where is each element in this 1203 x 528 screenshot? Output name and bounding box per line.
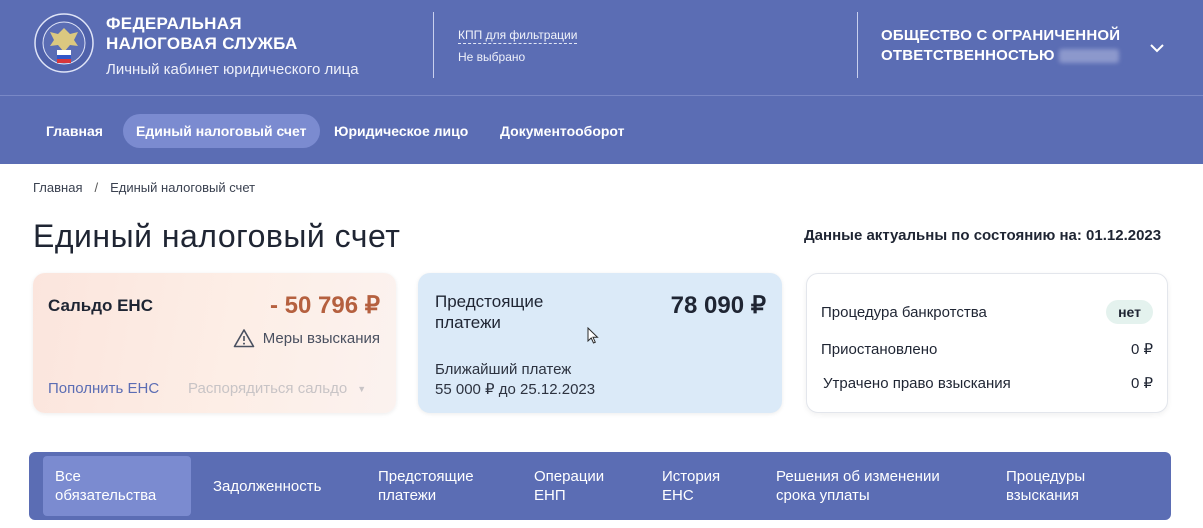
cabinet-subtitle: Личный кабинет юридического лица [106, 61, 359, 78]
tab-ens-history[interactable]: История ЕНС [650, 456, 750, 516]
measures-label: Меры взыскания [262, 329, 380, 347]
redacted-name [1059, 49, 1120, 64]
saldo-card: Сальдо ЕНС - 50 796 ₽ Меры взыскания Поп… [33, 273, 396, 413]
tab-all-obligations[interactable]: Все обязательства [43, 456, 191, 516]
tab-label-line2: платежи [378, 487, 437, 504]
tab-upcoming-payments[interactable]: Предстоящие платежи [366, 456, 506, 516]
tab-label-line2: взыскания [1006, 487, 1079, 504]
status-label: Приостановлено [821, 340, 938, 358]
company-name-line1: ОБЩЕСТВО С ОГРАНИЧЕННОЙ [881, 27, 1121, 44]
company-selector[interactable]: ОБЩЕСТВО С ОГРАНИЧЕННОЙ ОТВЕТСТВЕННОСТЬЮ [881, 26, 1120, 66]
status-label: Процедура банкротства [821, 303, 987, 321]
status-row-suspended: Приостановлено 0 ₽ [821, 340, 1153, 359]
kpp-filter-link[interactable]: КПП для фильтрации [458, 28, 578, 44]
header-bar: ФЕДЕРАЛЬНАЯ НАЛОГОВАЯ СЛУЖБА Личный каби… [0, 0, 1203, 95]
upcoming-label: Предстоящие платежи [435, 292, 544, 332]
status-value: 0 ₽ [1130, 341, 1153, 358]
main-nav: Главная Единый налоговый счет Юридическо… [0, 95, 1203, 164]
tab-payment-term-decisions[interactable]: Решения об изменении срока уплаты [764, 456, 969, 516]
status-badge: нет [1106, 300, 1153, 324]
topup-ens-link[interactable]: Пополнить ЕНС [48, 380, 159, 397]
breadcrumb: Главная / Единый налоговый счет [33, 180, 255, 195]
measures-link[interactable]: Меры взыскания [233, 328, 380, 348]
tab-label-line2: обязательства [55, 487, 157, 504]
nav-item-home[interactable]: Главная [33, 114, 116, 148]
org-name-line1: ФЕДЕРАЛЬНАЯ [106, 14, 242, 33]
tab-label-line1: Операции [534, 468, 605, 485]
status-row-bankruptcy: Процедура банкротства нет [821, 300, 1153, 324]
tab-label-line2: ЕНП [534, 487, 566, 504]
chevron-down-icon[interactable] [1148, 42, 1166, 54]
mouse-cursor-icon [587, 327, 599, 344]
company-name-line2: ОТВЕТСТВЕННОСТЬЮ [881, 47, 1055, 64]
status-card: Процедура банкротства нет Приостановлено… [806, 273, 1168, 413]
status-label: Утрачено право взыскания [823, 374, 1011, 392]
fns-emblem-icon[interactable] [33, 12, 95, 74]
breadcrumb-current: Единый налоговый счет [110, 180, 256, 195]
breadcrumb-home[interactable]: Главная [33, 180, 82, 195]
tab-label-line1: Предстоящие [378, 468, 474, 485]
nearest-payment-label: Ближайший платеж [435, 361, 572, 378]
kpp-filter-value: Не выбрано [458, 50, 526, 64]
tab-label-line2: ЕНС [662, 487, 694, 504]
status-value: 0 ₽ [1130, 375, 1153, 392]
org-name: ФЕДЕРАЛЬНАЯ НАЛОГОВАЯ СЛУЖБА [106, 14, 298, 54]
tab-label-line1: Все [55, 468, 81, 485]
tab-label-line1: История [662, 468, 721, 485]
header-divider [857, 12, 858, 78]
header-divider [433, 12, 434, 78]
nav-item-legal-entity[interactable]: Юридическое лицо [321, 114, 481, 148]
data-actual-date: Данные актуальны по состоянию на: 01.12.… [804, 227, 1162, 244]
warning-icon [233, 329, 255, 348]
status-row-lost-right: Утрачено право взыскания 0 ₽ [823, 374, 1153, 393]
breadcrumb-separator: / [94, 180, 99, 195]
upcoming-value: 78 090 ₽ [670, 292, 766, 319]
tab-enp-operations[interactable]: Операции ЕНП [522, 456, 632, 516]
upcoming-payments-card[interactable]: Предстоящие платежи 78 090 ₽ Ближайший п… [418, 273, 782, 413]
tab-label-line1: Решения об изменении [776, 468, 940, 485]
caret-down-icon: ▼ [357, 383, 367, 394]
nav-item-documents[interactable]: Документооборот [487, 114, 638, 148]
page-title: Единый налоговый счет [33, 218, 401, 254]
nearest-payment-value: 55 000 ₽ до 25.12.2023 [435, 381, 596, 398]
tab-label-line1: Процедуры [1006, 468, 1086, 485]
dispose-saldo-dropdown[interactable]: Распорядиться сальдо ▼ [188, 380, 366, 397]
tab-debt[interactable]: Задолженность [201, 456, 351, 516]
obligations-tabs: Все обязательства Задолженность Предстоя… [29, 452, 1171, 520]
org-name-line2: НАЛОГОВАЯ СЛУЖБА [106, 34, 298, 53]
tab-label-line2: срока уплаты [776, 487, 870, 504]
tab-recovery-procedures[interactable]: Процедуры взыскания [994, 456, 1114, 516]
tab-label-line1: Задолженность [213, 478, 322, 495]
saldo-label: Сальдо ЕНС [48, 296, 153, 315]
saldo-value: - 50 796 ₽ [269, 292, 380, 319]
dispose-saldo-label: Распорядиться сальдо [188, 380, 348, 397]
nav-item-ens[interactable]: Единый налоговый счет [123, 114, 320, 148]
